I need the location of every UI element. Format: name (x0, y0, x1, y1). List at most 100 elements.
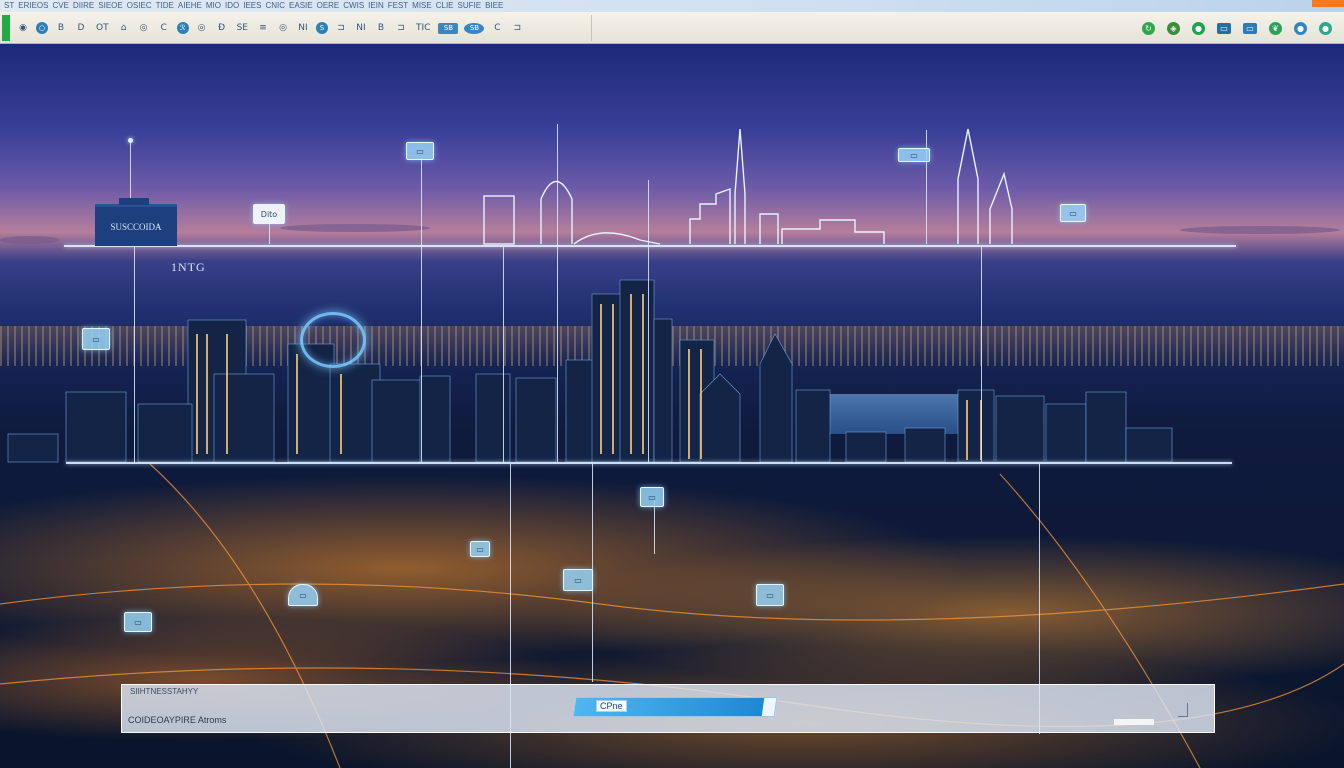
menu-item[interactable]: SIEOE (98, 1, 122, 11)
menu-item[interactable]: IEES (243, 1, 261, 11)
leader-line (557, 124, 558, 462)
location-tag[interactable]: ▭ (82, 328, 110, 350)
location-tag[interactable]: Dito (253, 204, 285, 224)
location-tag[interactable]: ▭ (640, 487, 664, 507)
leader-line (503, 247, 504, 462)
toolbar-button[interactable]: C (157, 21, 171, 35)
menu-item[interactable]: OERE (317, 1, 340, 11)
location-tag[interactable]: ▭ (470, 541, 490, 557)
toolbar-button[interactable]: ⊐ (394, 21, 408, 35)
menu-item[interactable]: IDO (225, 1, 239, 11)
monitor-icon[interactable]: ▭ (1217, 22, 1231, 34)
building-label[interactable]: SUSCCOIDA (95, 198, 177, 246)
shield-icon[interactable]: ◈ (1167, 21, 1180, 35)
location-tag[interactable]: ▭ (288, 584, 318, 606)
window-icon[interactable]: ▭ (1243, 22, 1257, 34)
menu-item[interactable]: AIEHE (178, 1, 202, 11)
refresh-icon[interactable]: ↻ (1142, 21, 1155, 35)
toolbar-button[interactable]: ◎ (276, 21, 290, 35)
toolbar-button[interactable]: NI (296, 21, 310, 35)
title-bar: ST ERIEOS CVE DIIRE SIEOE OSIEC TIDE AIEHE MIO ID… (0, 0, 1344, 12)
info-panel-title: SIIHTNESSTAHYY (130, 687, 199, 696)
toolbar-button[interactable]: ≡ (256, 21, 270, 35)
toolbar-button[interactable]: ◎ (137, 21, 151, 35)
toolbar-button[interactable]: S (316, 22, 328, 34)
menu-item[interactable]: TIDE (156, 1, 174, 11)
toolbar-button[interactable]: C (490, 21, 504, 35)
info-panel: SIIHTNESSTAHYY COIDEOAYPIRE Atroms CPne (121, 684, 1215, 733)
leader-line (269, 224, 270, 244)
menu-item[interactable]: ERIEOS (18, 1, 48, 11)
leader-line (134, 247, 135, 463)
menu-item[interactable]: MIO (206, 1, 221, 11)
toolbar-button[interactable]: SB (438, 22, 459, 34)
toolbar-button[interactable]: NI (354, 21, 368, 35)
toolbar-button[interactable]: TIC (414, 21, 432, 35)
toolbar-button[interactable]: SB (464, 22, 485, 34)
toolbar-button[interactable]: ⌂ (117, 21, 131, 35)
leader-line (421, 158, 422, 462)
progress-label: CPne (596, 700, 627, 712)
toolbar-button[interactable]: B (374, 21, 388, 35)
outline-building (689, 188, 731, 244)
guide-line-middle (66, 462, 1232, 464)
menu-item[interactable]: CVE (52, 1, 68, 11)
location-tag[interactable]: ▭ (124, 612, 152, 632)
ferris-wheel-ring (300, 312, 366, 368)
toolbar: ◉ ○ B D OT ⌂ ◎ C ℛ ◎ Đ SE ≡ ◎ NI S ⊐ NI B ⊐ TIC SB SB C ⊐ ↻ ◈ ● ▭ ▭ ❦… (0, 12, 1344, 44)
toolbar-left-group: ◉ ○ B D OT ⌂ ◎ C ℛ ◎ Đ SE ≡ ◎ NI S ⊐ NI B ⊐ TIC SB SB C ⊐ (0, 15, 592, 41)
menu-item[interactable]: DIIRE (73, 1, 94, 11)
globe-icon[interactable]: ● (1192, 21, 1205, 35)
leader-line (654, 499, 655, 554)
guide-line-top (64, 245, 1236, 247)
leaf-icon[interactable]: ❦ (1269, 21, 1282, 35)
info-panel-subtitle: COIDEOAYPIRE Atroms (128, 715, 227, 725)
title-bar-accent (1312, 0, 1344, 7)
toolbar-button[interactable]: ⊐ (510, 21, 524, 35)
menu-item[interactable]: CNIC (265, 1, 285, 11)
toolbar-right-group: ↻ ◈ ● ▭ ▭ ❦ ● ● (1142, 18, 1332, 38)
menu-item[interactable]: SUFIE (458, 1, 482, 11)
menu-item[interactable]: CLIE (436, 1, 454, 11)
location-tag[interactable]: ▭ (756, 584, 784, 606)
location-tag[interactable]: ▭ (406, 142, 434, 160)
toolbar-button[interactable]: D (74, 21, 88, 35)
chat-icon[interactable]: ● (1294, 21, 1307, 35)
toolbar-button[interactable]: OT (94, 21, 111, 35)
outline-spire (734, 128, 746, 244)
panel-tab[interactable] (1114, 719, 1154, 725)
toolbar-button[interactable]: ○ (36, 22, 48, 34)
resize-handle-icon[interactable] (1178, 703, 1188, 717)
toolbar-green-marker (2, 15, 10, 41)
menu-item[interactable]: CWIS (343, 1, 364, 11)
toolbar-button[interactable]: B (54, 21, 68, 35)
chart-number: 1NTG (171, 260, 206, 274)
menu-item[interactable]: MISE (412, 1, 432, 11)
city-map-view[interactable]: SUSCCOIDA 1NTG Dito ▭ ▭ ▭ ▭ ▭ ▭ ▭ ▭ ▭ ▭ … (0, 44, 1344, 768)
outline-spire (957, 128, 979, 244)
menu-item[interactable]: BIEE (485, 1, 503, 11)
toolbar-button[interactable]: ◎ (195, 21, 209, 35)
toolbar-button[interactable]: Đ (215, 21, 229, 35)
menu-item[interactable]: OSIEC (127, 1, 152, 11)
outline-spire (989, 171, 1013, 244)
leader-pin (128, 138, 133, 143)
menu-item[interactable]: FEST (388, 1, 408, 11)
leader-line (648, 180, 649, 462)
menu-bar: ST ERIEOS CVE DIIRE SIEOE OSIEC TIDE AIEHE MIO ID… (4, 1, 503, 11)
location-tag[interactable]: ▭ (563, 569, 593, 591)
toolbar-button[interactable]: ℛ (176, 22, 189, 34)
menu-item[interactable]: ST (4, 1, 14, 11)
outline-building (781, 219, 885, 244)
toolbar-button[interactable]: ◉ (16, 21, 30, 35)
menu-item[interactable]: EASIE (289, 1, 313, 11)
toolbar-button[interactable]: ⊐ (334, 21, 348, 35)
menu-item[interactable]: IEIN (368, 1, 384, 11)
drop-icon[interactable]: ● (1319, 21, 1332, 35)
skyline-graphic (0, 128, 1344, 768)
toolbar-button[interactable]: SE (235, 21, 250, 35)
outline-building (483, 195, 515, 245)
location-tag[interactable]: ▭ (1060, 204, 1086, 222)
leader-line (981, 247, 982, 462)
location-tag[interactable]: ▭ (898, 148, 930, 162)
